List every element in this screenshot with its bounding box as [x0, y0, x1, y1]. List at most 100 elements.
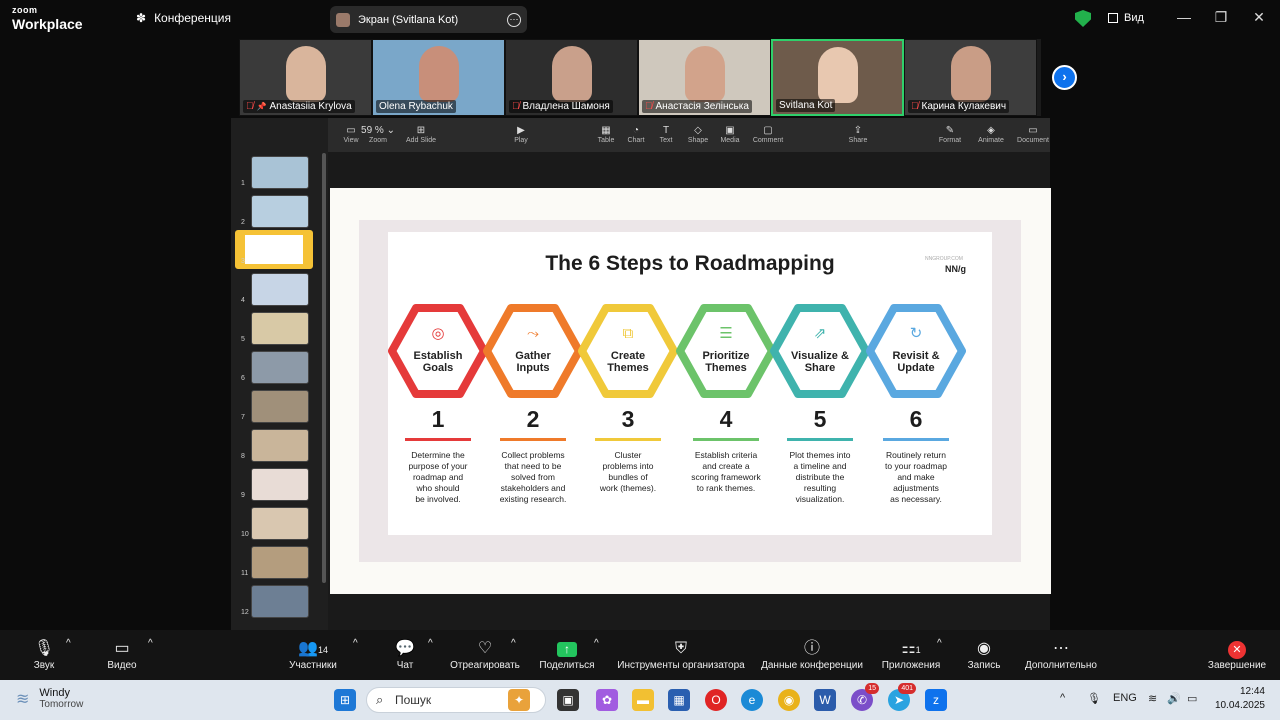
toolbar-play-button[interactable]: ▶ Play [501, 124, 541, 144]
screen-share-indicator[interactable]: Экран (Svitlana Kot) ··· [330, 6, 527, 33]
word-icon[interactable]: W [814, 689, 836, 711]
step-underline [787, 438, 853, 441]
widget-icon[interactable]: ✦ [508, 689, 530, 711]
slide-number: 5 [241, 336, 245, 343]
slide-thumbnail[interactable] [251, 390, 309, 423]
step-number: 2 [526, 406, 540, 432]
close-button[interactable]: ✕ [1249, 9, 1269, 26]
animate-icon: ◈ [987, 125, 995, 136]
grid-icon [1108, 13, 1118, 23]
microphone-tray-icon[interactable]: 🎙 [1087, 692, 1101, 705]
step-hexagon: ⧉ Create Themes [578, 304, 678, 398]
video-options-caret[interactable]: ^ [148, 638, 153, 649]
opera-icon[interactable]: O [705, 689, 727, 711]
toolbar-animate-button[interactable]: ◈ Animate [971, 124, 1011, 144]
restore-button[interactable]: ❐ [1211, 9, 1231, 26]
slide-thumbnail[interactable] [251, 273, 309, 306]
wifi-icon[interactable]: ≋ [1148, 692, 1157, 705]
video-strip: 🎙̸ 📌 Anastasiia Krylova Olena Rybachuk 🎙̸ Вла… [239, 39, 1041, 116]
share-button[interactable]: ↑ Поделиться [537, 638, 597, 671]
next-page-button[interactable]: › [1052, 65, 1077, 90]
clock[interactable]: 12:44 10.04.2025 [1213, 685, 1265, 713]
tray-overflow-icon[interactable]: ^ [1060, 692, 1065, 704]
apps-button[interactable]: ⚏1 Приложения [879, 638, 943, 671]
file-explorer-icon[interactable]: ▬ [632, 689, 654, 711]
chat-options-caret[interactable]: ^ [428, 638, 433, 649]
slide-thumbnail[interactable] [251, 195, 309, 228]
toolbar-add-slide-button[interactable]: ⊞ Add Slide [401, 124, 441, 144]
record-button[interactable]: ◉ Запись [964, 638, 1004, 671]
mic-off-icon: 🎙̸ [246, 101, 254, 112]
media-icon: ▣ [725, 125, 735, 136]
host-tools-button[interactable]: ⛨ Инструменты организатора [614, 638, 748, 671]
slide-thumbnail[interactable] [251, 351, 309, 384]
more-button[interactable]: ⋯ Дополнительно [1022, 638, 1100, 671]
slide-thumbnail[interactable] [251, 546, 309, 579]
participant-tile[interactable]: 🎙̸ 📌 Anastasiia Krylova [239, 39, 372, 116]
step-hexagon: ⇗ Visualize & Share [770, 304, 870, 398]
react-options-caret[interactable]: ^ [511, 638, 516, 649]
toolbar-comment-button[interactable]: ▢ Comment [748, 124, 788, 144]
task-view-icon[interactable]: ▣ [557, 689, 579, 711]
conference-menu[interactable]: ✽ Конференция [136, 11, 231, 25]
toolbar-format-button[interactable]: ✎ Format [930, 124, 970, 144]
audio-button[interactable]: 🎙 Звук [28, 638, 60, 671]
participant-name: Olena Rybachuk [376, 100, 456, 113]
participant-video [684, 46, 725, 102]
slide-thumbnail[interactable] [251, 156, 309, 189]
navigator-scrollbar[interactable] [322, 153, 326, 583]
copilot-icon[interactable]: ✿ [596, 689, 618, 711]
participant-tile[interactable]: Svitlana Kot [771, 39, 904, 116]
mic-off-icon: 🎙̸ [512, 101, 520, 112]
apps-options-caret[interactable]: ^ [937, 638, 942, 649]
toolbar-document-button[interactable]: ▭ Document [1013, 124, 1053, 144]
zoom-logo: zoom Workplace [12, 5, 83, 32]
toolbar-share-button[interactable]: ⇪ Share [838, 124, 878, 144]
view-button[interactable]: Вид [1108, 12, 1144, 24]
minimize-button[interactable]: — [1174, 9, 1194, 25]
step-underline [405, 438, 471, 441]
step-underline [500, 438, 566, 441]
meeting-info-button[interactable]: ⓘ Данные конференции [758, 638, 866, 671]
slide-thumbnail[interactable] [251, 507, 309, 540]
slide-thumbnail[interactable] [251, 585, 309, 618]
step-number: 1 [431, 406, 445, 432]
slide-thumbnail[interactable] [251, 312, 309, 345]
participant-tile[interactable]: 🎙̸ Карина Кулакевич [904, 39, 1037, 116]
mic-off-icon: 🎙̸ [645, 101, 653, 112]
slide-thumbnail[interactable] [235, 230, 313, 269]
video-button[interactable]: ▭ Видео [103, 638, 141, 671]
telegram-icon[interactable]: ➤ 401 [888, 683, 916, 711]
audio-options-caret[interactable]: ^ [66, 638, 71, 649]
participant-tile[interactable]: Olena Rybachuk [372, 39, 505, 116]
play-icon: ▶ [517, 125, 525, 136]
participants-options-caret[interactable]: ^ [353, 638, 358, 649]
security-shield-icon[interactable] [1075, 10, 1091, 27]
share-options-caret[interactable]: ^ [594, 638, 599, 649]
toolbar-media-button[interactable]: ▣ Media [710, 124, 750, 144]
slide-thumbnail[interactable] [251, 429, 309, 462]
toolbar-zoom-button[interactable]: 59 % ⌄ Zoom [358, 124, 398, 144]
participant-tile[interactable]: 🎙̸ Анастасія Зелінська [638, 39, 771, 116]
language-indicator[interactable]: ENG [1113, 692, 1137, 704]
wind-icon: ≋ [16, 690, 30, 708]
edge-icon[interactable]: e [741, 689, 763, 711]
participants-button[interactable]: 👥14 Участники [282, 638, 344, 671]
volume-icon[interactable]: 🔊 [1167, 692, 1181, 705]
slide-number: 11 [241, 570, 249, 577]
step-hexagon: ⤳ Gather Inputs [483, 304, 583, 398]
slide-thumbnail[interactable] [251, 468, 309, 501]
viber-icon[interactable]: ✆ 15 [851, 683, 879, 711]
start-icon[interactable]: ⊞ [334, 689, 356, 711]
zoom-taskbar-icon[interactable]: z [925, 689, 947, 711]
battery-icon[interactable]: ▭ [1187, 692, 1197, 705]
end-meeting-button[interactable]: ✕ Завершение [1206, 638, 1268, 671]
step-description: Cluster problems into bundles of work (them… [599, 450, 657, 493]
chrome-icon[interactable]: ◉ [778, 689, 800, 711]
more-options-icon[interactable]: ··· [507, 12, 521, 27]
participant-tile[interactable]: 🎙̸ Владлена Шамоня [505, 39, 638, 116]
weather-widget[interactable]: ≋ Windy Tomorrow [16, 687, 83, 710]
chat-button[interactable]: 💬 Чат [390, 638, 420, 671]
store-icon[interactable]: ▦ [668, 689, 690, 711]
step-description: Collect problems that need to be solved fr… [499, 450, 567, 504]
